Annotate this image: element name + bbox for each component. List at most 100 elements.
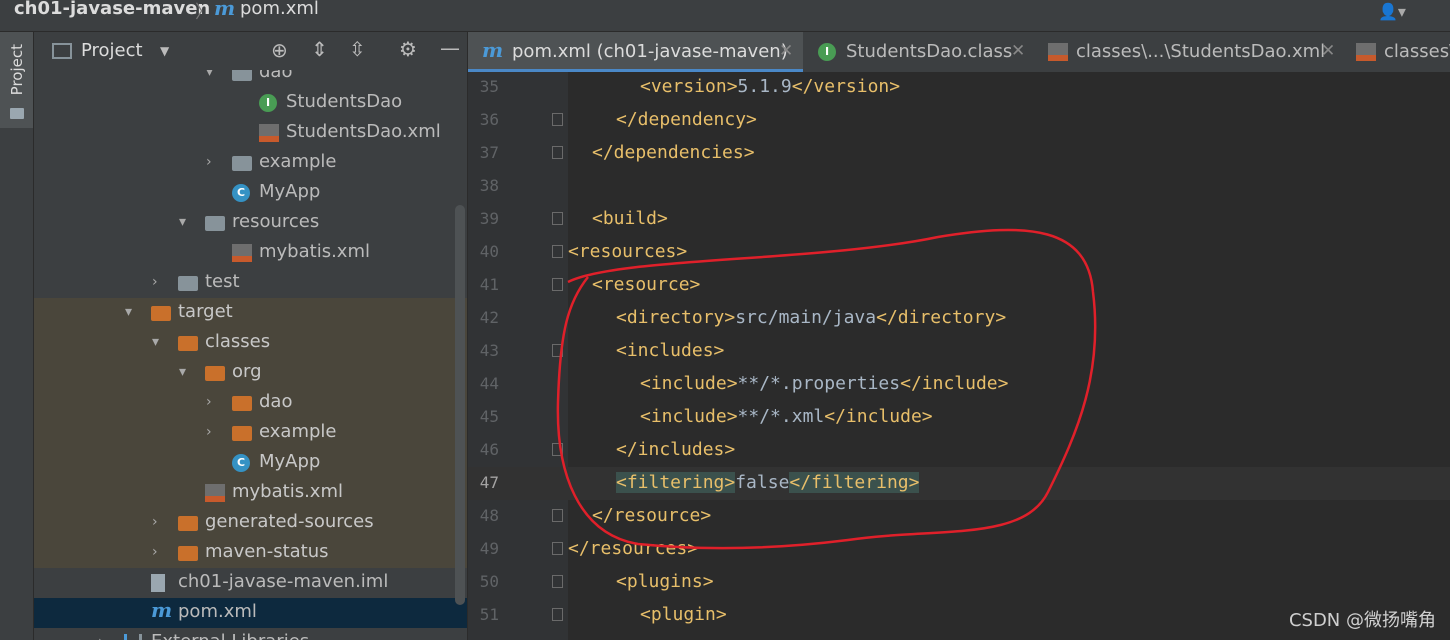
tree-item[interactable]: › example (34, 418, 467, 448)
code-line[interactable]: 44 <include>**/*.properties</include> (468, 368, 1450, 401)
tab-studentsdao-xml[interactable]: classes\...\StudentsDao.xml ✕ (1036, 32, 1341, 72)
tag-value: 5.1.9 (737, 76, 792, 97)
code-line[interactable]: 40 <resources> (468, 236, 1450, 269)
fold-marker-icon[interactable] (552, 608, 563, 621)
chevron-down-icon[interactable]: ▾ (179, 214, 193, 230)
close-icon[interactable]: ✕ (779, 41, 793, 61)
tree-item[interactable]: mybatis.xml (34, 478, 467, 508)
fold-marker-icon[interactable] (552, 245, 563, 258)
fold-marker-icon[interactable] (552, 212, 563, 225)
fold-marker-icon[interactable] (552, 443, 563, 456)
tab-classes-xml[interactable]: classes\ (1344, 32, 1450, 72)
gear-icon[interactable]: ⚙ (399, 37, 417, 61)
code-line[interactable]: 41 <resource> (468, 269, 1450, 302)
code-line[interactable]: 49 </resources> (468, 533, 1450, 566)
code-line[interactable]: 39 <build> (468, 203, 1450, 236)
xml-tag: <resource> (592, 274, 701, 295)
close-icon[interactable]: ✕ (1011, 41, 1025, 61)
tree-item[interactable]: › example (34, 148, 467, 178)
view-dropdown-icon[interactable]: ▼ (160, 44, 169, 58)
code-line[interactable]: 46 </includes> (468, 434, 1450, 467)
chevron-right-icon[interactable]: › (152, 514, 166, 530)
panel-title[interactable]: Project (81, 40, 143, 61)
breadcrumb-project[interactable]: ch01-javase-maven (14, 0, 210, 19)
code-line[interactable]: 35 <version>5.1.9</version> (468, 71, 1450, 104)
fold-marker-icon[interactable] (552, 542, 563, 555)
line-number: 51 (479, 605, 499, 624)
xml-tag: </directory> (876, 307, 1007, 328)
hide-panel-icon[interactable]: — (440, 36, 460, 60)
code-editor[interactable]: 35 <version>5.1.9</version> 36 </dependency… (468, 72, 1450, 640)
chevron-right-icon[interactable]: › (206, 394, 220, 410)
project-view-icon (52, 43, 72, 59)
fold-marker-icon[interactable] (552, 113, 563, 126)
tab-pom-xml[interactable]: m pom.xml (ch01-javase-maven) ✕ (468, 32, 803, 72)
tree-item[interactable]: C MyApp (34, 178, 467, 208)
line-number: 45 (479, 407, 499, 426)
tree-item[interactable]: ▾ org (34, 358, 467, 388)
tag-value: false (735, 472, 790, 493)
chevron-down-icon[interactable]: ▾ (152, 334, 166, 350)
breadcrumb-file[interactable]: pom.xml (240, 0, 319, 19)
fold-marker-icon[interactable] (552, 344, 563, 357)
expand-all-icon[interactable]: ⇕ (311, 37, 328, 61)
chevron-right-icon[interactable]: › (152, 274, 166, 290)
line-number: 50 (479, 572, 499, 591)
tree-item[interactable]: C MyApp (34, 448, 467, 478)
chevron-right-icon[interactable]: › (98, 634, 112, 640)
folder-orange-icon (178, 336, 198, 351)
tree-item[interactable]: mybatis.xml (34, 238, 467, 268)
interface-icon: I (259, 94, 277, 112)
close-icon[interactable]: ✕ (1321, 41, 1335, 61)
locate-icon[interactable]: ⊕ (271, 38, 288, 62)
tab-studentsdao-class[interactable]: I StudentsDao.class ✕ (806, 32, 1034, 72)
fold-marker-icon[interactable] (552, 278, 563, 291)
xml-tag: </includes> (616, 439, 736, 460)
code-line[interactable]: 47 <filtering>false</filtering> (468, 467, 1450, 500)
tree-item[interactable]: › test (34, 268, 467, 298)
tree-item[interactable]: StudentsDao.xml (34, 118, 467, 148)
folder-orange-icon (151, 306, 171, 321)
fold-marker-icon[interactable] (552, 509, 563, 522)
tree-scrollbar[interactable] (455, 205, 465, 605)
code-line[interactable]: 50 <plugins> (468, 566, 1450, 599)
xml-file-icon (259, 124, 279, 142)
chevron-right-icon[interactable]: › (206, 424, 220, 440)
user-icon[interactable]: 👤▾ (1378, 2, 1406, 21)
tree-item-label: MyApp (259, 451, 321, 472)
chevron-down-icon[interactable]: ▾ (125, 304, 139, 320)
collapse-all-icon[interactable]: ⇳ (349, 37, 366, 61)
tree-item[interactable]: › maven-status (34, 538, 467, 568)
tree-item[interactable]: ▾ classes (34, 328, 467, 358)
tree-item[interactable]: ch01-javase-maven.iml (34, 568, 467, 598)
tree-item[interactable]: ▾ target (34, 298, 467, 328)
xml-tag: </include> (900, 373, 1009, 394)
chevron-right-icon[interactable]: › (206, 154, 220, 170)
project-tool-label[interactable]: Project (8, 44, 26, 95)
xml-tag: <directory> (616, 307, 736, 328)
code-line[interactable]: 37 </dependencies> (468, 137, 1450, 170)
code-line[interactable]: 45 <include>**/*.xml</include> (468, 401, 1450, 434)
tree-item[interactable]: ▾ resources (34, 208, 467, 238)
chevron-down-icon[interactable]: ▾ (179, 364, 193, 380)
code-line[interactable]: 36 </dependency> (468, 104, 1450, 137)
tree-item[interactable]: › dao (34, 388, 467, 418)
fold-marker-icon[interactable] (552, 575, 563, 588)
xml-tag: <include> (640, 406, 738, 427)
tree-item[interactable]: › generated-sources (34, 508, 467, 538)
code-line[interactable]: 38 (468, 170, 1450, 203)
line-number: 39 (479, 209, 499, 228)
fold-marker-icon[interactable] (552, 146, 563, 159)
xml-tag: </dependency> (616, 109, 757, 130)
code-line[interactable]: 43 <includes> (468, 335, 1450, 368)
chevron-right-icon[interactable]: › (152, 544, 166, 560)
code-text: <include>**/*.xml</include> (640, 406, 933, 427)
code-line[interactable]: 48 </resource> (468, 500, 1450, 533)
folder-orange-icon (178, 546, 198, 561)
tree-item[interactable]: m pom.xml (34, 598, 467, 628)
tree-item[interactable]: › External Libraries (34, 628, 467, 640)
code-text: </includes> (616, 439, 735, 460)
tree-item-label: example (259, 421, 337, 442)
tree-item[interactable]: I StudentsDao (34, 88, 467, 118)
code-line[interactable]: 42 <directory>src/main/java</directory> (468, 302, 1450, 335)
